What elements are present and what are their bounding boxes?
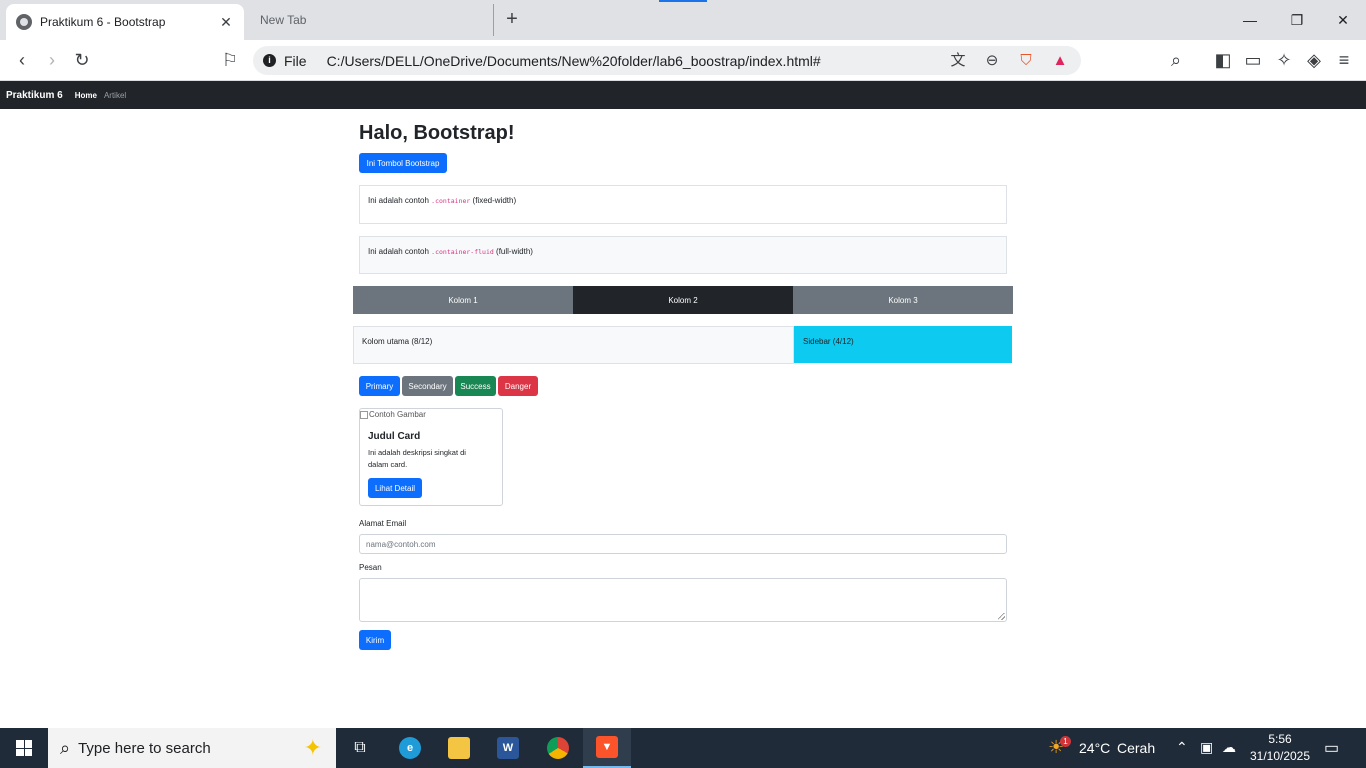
nav-link-home[interactable]: Home — [75, 91, 97, 100]
card-text: Ini adalah deskripsi singkat di dalam ca… — [368, 448, 466, 469]
wallet-icon[interactable]: ▭ — [1241, 48, 1265, 72]
start-button[interactable] — [0, 728, 48, 768]
message-label: Pesan — [359, 563, 382, 572]
sidebar-column: Sidebar (4/12) — [794, 326, 1012, 363]
card-detail-button[interactable]: Lihat Detail — [368, 478, 422, 498]
vpn-icon[interactable]: ◈ — [1302, 48, 1326, 72]
page-navbar: Praktikum 6 Home Artikel — [0, 81, 1366, 109]
email-field[interactable]: nama@contoh.com — [359, 534, 1007, 554]
broken-image-icon — [360, 410, 368, 419]
brave-icon[interactable]: ▼ — [583, 728, 631, 768]
column-3: Kolom 3 — [793, 286, 1013, 314]
forward-icon[interactable]: › — [40, 48, 64, 72]
fluid-box: Ini adalah contoh .container-fluid (full… — [359, 236, 1007, 274]
bookmark-icon[interactable]: ⚐ — [218, 48, 242, 72]
email-label: Alamat Email — [359, 519, 407, 528]
zoom-out-icon[interactable]: ⊖ — [981, 50, 1003, 72]
secondary-button[interactable]: Secondary — [402, 376, 453, 396]
notification-icon[interactable]: ▭ — [1324, 738, 1339, 758]
back-icon[interactable]: ‹ — [10, 48, 34, 72]
menu-icon[interactable]: ≡ — [1332, 48, 1356, 72]
restore-icon[interactable]: ❐ — [1285, 8, 1309, 32]
card: Contoh Gambar Judul Card Ini adalah desk… — [359, 408, 503, 506]
temperature[interactable]: 24°C — [1079, 740, 1110, 756]
reload-icon[interactable]: ↻ — [70, 48, 94, 72]
email-placeholder: nama@contoh.com — [366, 539, 436, 549]
word-icon[interactable]: W — [484, 728, 532, 768]
close-window-icon[interactable]: ✕ — [1331, 8, 1355, 32]
close-tab-icon[interactable]: ✕ — [218, 14, 234, 31]
nav-link-artikel[interactable]: Artikel — [104, 91, 126, 100]
resize-handle-icon[interactable] — [998, 613, 1005, 620]
file-explorer-icon[interactable] — [435, 728, 483, 768]
minimize-icon[interactable]: — — [1238, 8, 1262, 32]
tab-title: New Tab — [260, 13, 307, 27]
new-tab-button[interactable]: + — [502, 8, 522, 30]
card-title: Judul Card — [368, 431, 421, 442]
info-icon[interactable]: i — [263, 54, 276, 67]
column-1: Kolom 1 — [353, 286, 573, 314]
search-icon: ⌕ — [60, 737, 71, 758]
url-text[interactable]: C:/Users/DELL/OneDrive/Documents/New%20f… — [327, 53, 935, 69]
page-title: Halo, Bootstrap! — [359, 122, 515, 144]
card-image-alt: Contoh Gambar — [369, 410, 426, 419]
container-box-prefix: Ini adalah contoh — [368, 196, 429, 205]
search-highlight-icon: ✦ — [303, 735, 322, 760]
clock-date: 31/10/2025 — [1249, 749, 1311, 763]
search-placeholder: Type here to search — [78, 739, 211, 757]
hero-button[interactable]: Ini Tombol Bootstrap — [359, 153, 447, 173]
fluid-box-prefix: Ini adalah contoh — [368, 247, 429, 256]
windows-taskbar: ⌕ Type here to search ✦ ⧉ e W ▼ ☀ 1 24°C… — [0, 728, 1366, 768]
primary-button[interactable]: Primary — [359, 376, 400, 396]
tab-title: Praktikum 6 - Bootstrap — [40, 15, 166, 29]
tab-praktikum[interactable]: Praktikum 6 - Bootstrap ✕ — [6, 4, 244, 40]
task-view-icon[interactable]: ⧉ — [336, 728, 384, 768]
network-icon[interactable]: ▣ — [1200, 739, 1213, 756]
taskbar-clock[interactable]: 5:56 31/10/2025 — [1244, 731, 1316, 765]
main-column: Kolom utama (8/12) — [353, 326, 794, 364]
leo-ai-icon[interactable]: ✧ — [1272, 48, 1296, 72]
danger-button[interactable]: Danger — [498, 376, 538, 396]
message-field[interactable] — [359, 578, 1007, 622]
column-2: Kolom 2 — [573, 286, 793, 314]
browser-toolbar: ‹ › ↻ ⚐ i File C:/Users/DELL/OneDrive/Do… — [0, 40, 1366, 81]
taskbar-search[interactable]: ⌕ Type here to search ✦ — [48, 728, 336, 768]
tab-new-tab[interactable]: New Tab — [250, 4, 494, 36]
search-tabs-icon[interactable]: ⌕ — [1164, 48, 1188, 72]
container-box-code: .container — [431, 197, 471, 205]
scheme-label: File — [284, 52, 307, 69]
brave-shield-icon[interactable]: ⛉ — [1015, 50, 1037, 72]
windows-logo-icon — [16, 740, 32, 756]
onedrive-icon[interactable]: ☁ — [1222, 739, 1236, 756]
address-bar[interactable]: i File C:/Users/DELL/OneDrive/Documents/… — [253, 46, 1081, 75]
sidebar-icon[interactable]: ◧ — [1211, 48, 1235, 72]
clock-time: 5:56 — [1268, 732, 1292, 746]
chrome-icon[interactable] — [534, 728, 582, 768]
container-box-suffix: (fixed-width) — [472, 196, 517, 205]
weather-badge: 1 — [1060, 736, 1071, 747]
container-box: Ini adalah contoh .container (fixed-widt… — [359, 185, 1007, 224]
edge-icon[interactable]: e — [386, 728, 434, 768]
fluid-box-code: .container-fluid — [431, 248, 494, 256]
weather-condition[interactable]: Cerah — [1117, 740, 1155, 756]
globe-icon — [16, 14, 32, 30]
fluid-box-suffix: (full-width) — [496, 247, 533, 256]
browser-tab-bar: Praktikum 6 - Bootstrap ✕ New Tab + — ❐ … — [0, 0, 1366, 40]
card-image: Contoh Gambar — [360, 410, 426, 419]
tab-strip-indicator — [659, 0, 707, 2]
submit-button[interactable]: Kirim — [359, 630, 391, 650]
navbar-brand[interactable]: Praktikum 6 — [6, 90, 63, 101]
translate-icon[interactable]: 文 — [947, 50, 969, 72]
chevron-up-icon[interactable]: ⌃ — [1176, 739, 1188, 756]
success-button[interactable]: Success — [455, 376, 496, 396]
brave-rewards-icon[interactable]: ▲ — [1049, 50, 1071, 72]
